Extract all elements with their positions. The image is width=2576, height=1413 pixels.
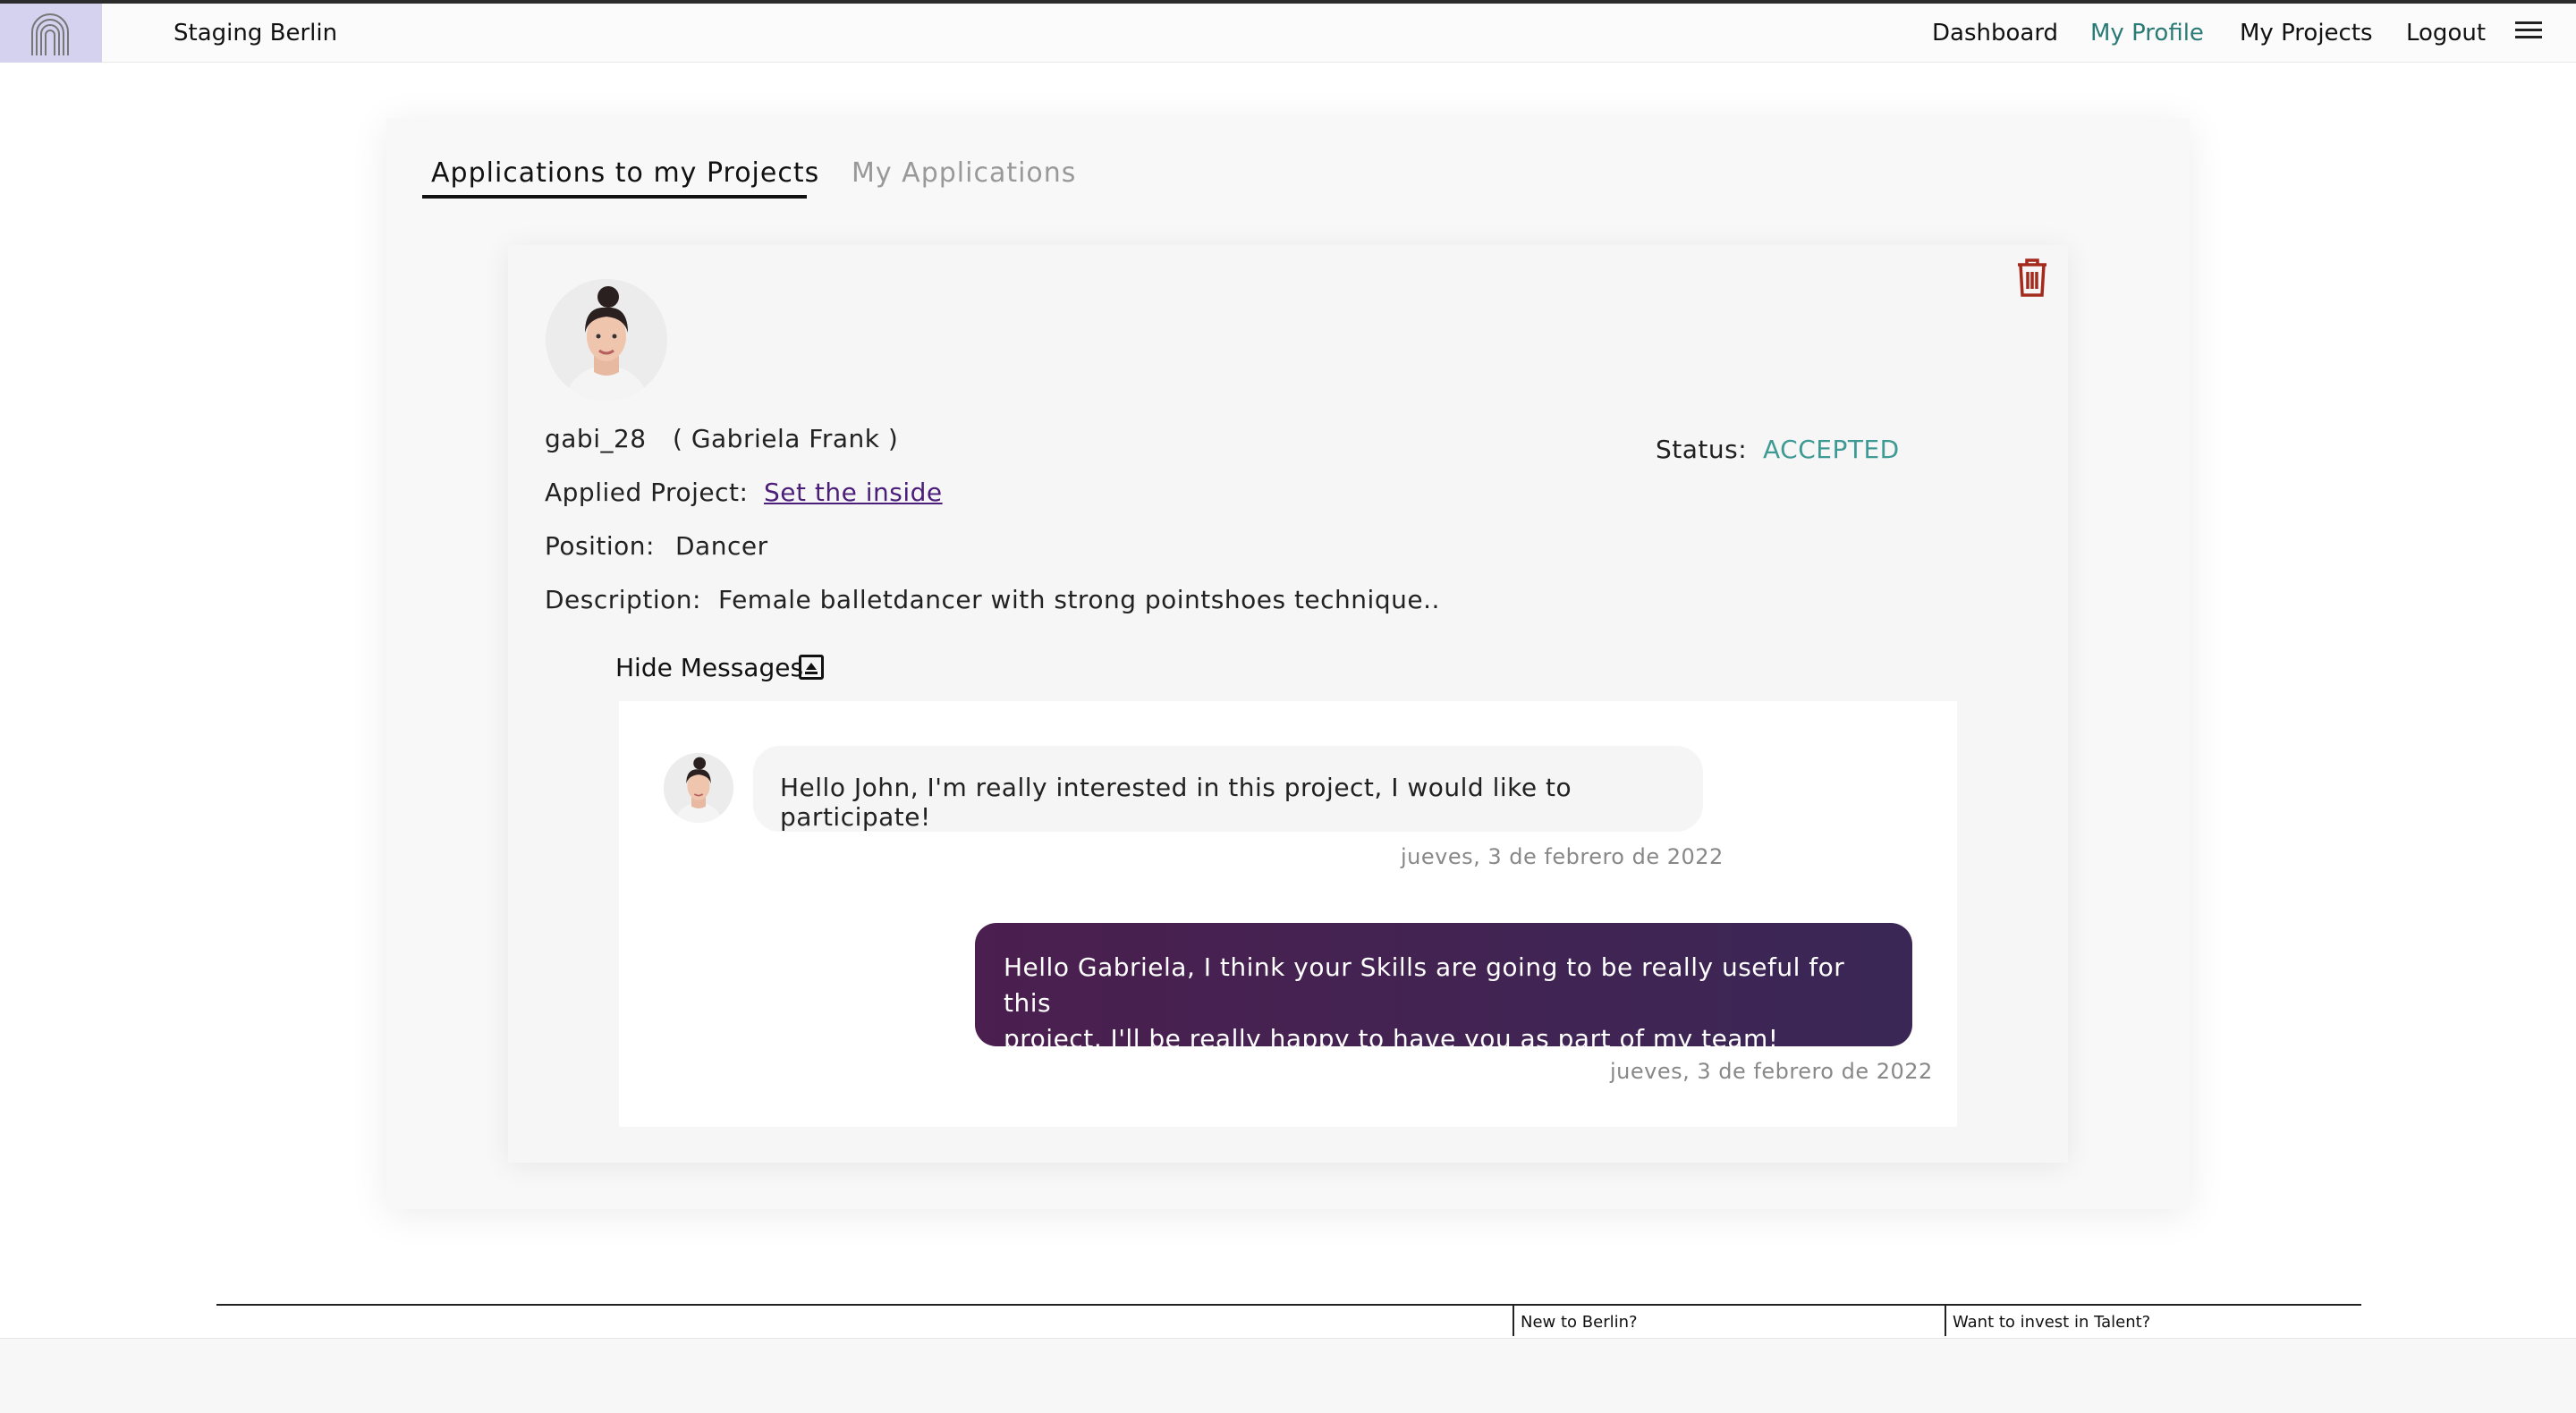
logo[interactable] — [0, 4, 102, 63]
description-label: Description: — [545, 585, 701, 614]
position-value: Dancer — [675, 531, 768, 561]
position-label: Position: — [545, 531, 655, 561]
hide-messages-button[interactable]: Hide Messages — [615, 653, 803, 682]
applicant-avatar[interactable] — [546, 279, 667, 401]
nav-logout[interactable]: Logout — [2406, 20, 2486, 47]
arches-logo-icon — [31, 13, 69, 55]
status-badge: ACCEPTED — [1763, 435, 1900, 464]
message-outgoing: Hello Gabriela, I think your Skills are … — [975, 923, 1912, 1053]
footer-bar — [0, 1338, 2576, 1413]
applied-project-link[interactable]: Set the inside — [764, 478, 943, 507]
hamburger-icon[interactable] — [2515, 21, 2542, 43]
message-sender-avatar — [664, 753, 733, 823]
tab-applications-to-my-projects[interactable]: Applications to my Projects — [431, 157, 819, 189]
active-tab-indicator — [422, 195, 807, 199]
collapse-up-icon[interactable] — [799, 655, 824, 680]
nav-my-projects[interactable]: My Projects — [2240, 20, 2373, 47]
footer-link-invest-in-talent[interactable]: Want to invest in Talent? — [1953, 1313, 2150, 1332]
applicant-username: gabi_28 — [545, 424, 647, 453]
message-incoming-date: jueves, 3 de febrero de 2022 — [1401, 844, 1724, 869]
status-label: Status: — [1656, 435, 1748, 464]
footer-separator — [1945, 1304, 1946, 1336]
footer-divider — [216, 1304, 2361, 1306]
message-outgoing-line2: project, I'll be really happy to have yo… — [1004, 1024, 1779, 1053]
description-value: Female balletdancer with strong pointsho… — [718, 585, 1440, 614]
applicant-fullname: ( Gabriela Frank ) — [673, 424, 899, 453]
top-navigation-bar: Staging Berlin Dashboard My Profile My P… — [0, 0, 2576, 63]
footer-separator — [1513, 1304, 1514, 1336]
message-outgoing-date: jueves, 3 de febrero de 2022 — [1610, 1059, 1933, 1084]
nav-dashboard[interactable]: Dashboard — [1932, 20, 2058, 47]
applied-project-label: Applied Project: — [545, 478, 749, 507]
message-outgoing-line1: Hello Gabriela, I think your Skills are … — [1004, 952, 1845, 1018]
tab-my-applications[interactable]: My Applications — [852, 157, 1076, 189]
nav-my-profile[interactable]: My Profile — [2090, 20, 2204, 47]
message-incoming: Hello John, I'm really interested in thi… — [753, 746, 1703, 832]
trash-icon[interactable] — [2014, 256, 2050, 299]
footer-link-new-to-berlin[interactable]: New to Berlin? — [1521, 1313, 1638, 1332]
brand-name[interactable]: Staging Berlin — [174, 20, 337, 47]
